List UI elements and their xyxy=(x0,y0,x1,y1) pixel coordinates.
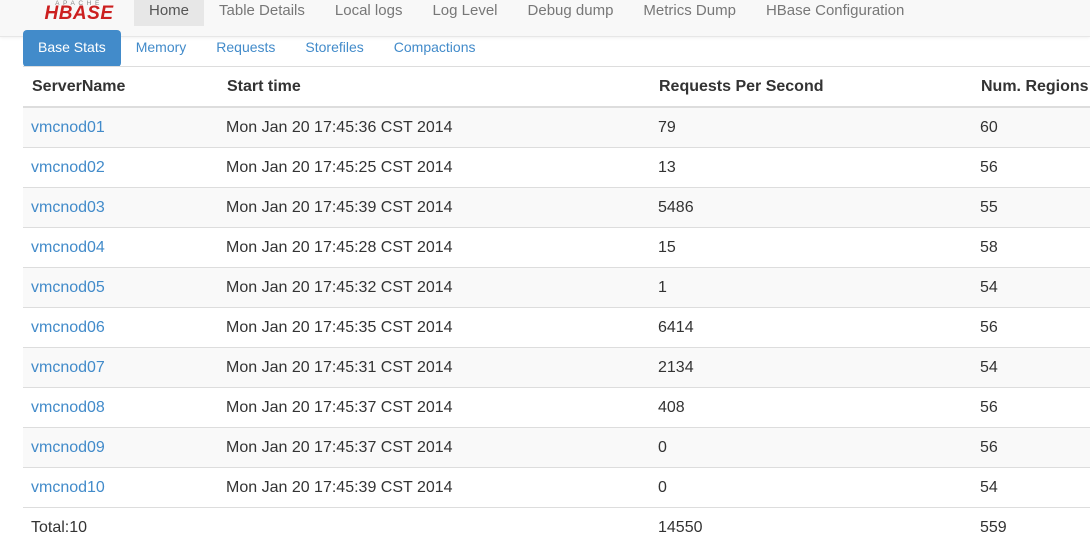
server-name-cell: vmcnod09 xyxy=(23,427,218,468)
start-time-cell: Mon Jan 20 17:45:28 CST 2014 xyxy=(218,227,650,268)
table-row: vmcnod09 Mon Jan 20 17:45:37 CST 2014 0 … xyxy=(23,427,1090,468)
server-name-cell: vmcnod03 xyxy=(23,187,218,228)
server-name-cell: vmcnod06 xyxy=(23,307,218,348)
server-link[interactable]: vmcnod01 xyxy=(31,119,105,136)
total-start-time-cell xyxy=(218,507,650,547)
requests-cell: 6414 xyxy=(650,307,972,348)
nav-hbase-configuration[interactable]: HBase Configuration xyxy=(751,0,919,26)
header-requests-per-second[interactable]: Requests Per Second xyxy=(650,67,972,108)
requests-cell: 0 xyxy=(650,467,972,508)
hbase-logo[interactable]: APACHE HBASE xyxy=(36,0,122,24)
server-name-cell: vmcnod07 xyxy=(23,347,218,388)
table-row: vmcnod07 Mon Jan 20 17:45:31 CST 2014 21… xyxy=(23,347,1090,388)
regions-cell: 56 xyxy=(972,427,1090,468)
stats-tabs: Base Stats Memory Requests Storefiles Co… xyxy=(23,30,490,67)
nav-local-logs[interactable]: Local logs xyxy=(320,0,418,26)
start-time-cell: Mon Jan 20 17:45:36 CST 2014 xyxy=(218,107,650,148)
requests-cell: 1 xyxy=(650,267,972,308)
nav-debug-dump[interactable]: Debug dump xyxy=(513,0,629,26)
server-link[interactable]: vmcnod03 xyxy=(31,199,105,216)
table-body: vmcnod01 Mon Jan 20 17:45:36 CST 2014 79… xyxy=(23,107,1090,508)
nav-log-level[interactable]: Log Level xyxy=(417,0,512,26)
table-row: vmcnod05 Mon Jan 20 17:45:32 CST 2014 1 … xyxy=(23,267,1090,308)
server-name-cell: vmcnod02 xyxy=(23,147,218,188)
requests-cell: 2134 xyxy=(650,347,972,388)
server-link[interactable]: vmcnod02 xyxy=(31,159,105,176)
nav-table-details[interactable]: Table Details xyxy=(204,0,320,26)
requests-cell: 15 xyxy=(650,227,972,268)
start-time-cell: Mon Jan 20 17:45:25 CST 2014 xyxy=(218,147,650,188)
server-name-cell: vmcnod05 xyxy=(23,267,218,308)
regions-cell: 60 xyxy=(972,107,1090,148)
nav-home[interactable]: Home xyxy=(134,0,205,26)
start-time-cell: Mon Jan 20 17:45:37 CST 2014 xyxy=(218,387,650,428)
server-link[interactable]: vmcnod06 xyxy=(31,319,105,336)
start-time-cell: Mon Jan 20 17:45:39 CST 2014 xyxy=(218,467,650,508)
tab-requests[interactable]: Requests xyxy=(201,30,290,67)
server-link[interactable]: vmcnod04 xyxy=(31,239,105,256)
regions-cell: 58 xyxy=(972,227,1090,268)
region-servers-table: ServerName Start time Requests Per Secon… xyxy=(23,67,1090,547)
tab-compactions[interactable]: Compactions xyxy=(379,30,491,67)
server-name-cell: vmcnod10 xyxy=(23,467,218,508)
regions-cell: 56 xyxy=(972,147,1090,188)
requests-cell: 5486 xyxy=(650,187,972,228)
logo-hbase-text: HBASE xyxy=(44,3,114,24)
start-time-cell: Mon Jan 20 17:45:31 CST 2014 xyxy=(218,347,650,388)
table-row: vmcnod04 Mon Jan 20 17:45:28 CST 2014 15… xyxy=(23,227,1090,268)
server-link[interactable]: vmcnod07 xyxy=(31,359,105,376)
requests-cell: 0 xyxy=(650,427,972,468)
table-row: vmcnod01 Mon Jan 20 17:45:36 CST 2014 79… xyxy=(23,107,1090,148)
server-name-cell: vmcnod08 xyxy=(23,387,218,428)
table-row: vmcnod08 Mon Jan 20 17:45:37 CST 2014 40… xyxy=(23,387,1090,428)
regions-cell: 54 xyxy=(972,467,1090,508)
server-name-cell: vmcnod04 xyxy=(23,227,218,268)
regions-cell: 56 xyxy=(972,387,1090,428)
start-time-cell: Mon Jan 20 17:45:39 CST 2014 xyxy=(218,187,650,228)
server-name-cell: vmcnod01 xyxy=(23,107,218,148)
regions-cell: 54 xyxy=(972,267,1090,308)
regions-cell: 55 xyxy=(972,187,1090,228)
server-link[interactable]: vmcnod10 xyxy=(31,479,105,496)
regions-cell: 54 xyxy=(972,347,1090,388)
total-requests-cell: 14550 xyxy=(650,507,972,547)
server-link[interactable]: vmcnod08 xyxy=(31,399,105,416)
tab-storefiles[interactable]: Storefiles xyxy=(290,30,378,67)
start-time-cell: Mon Jan 20 17:45:35 CST 2014 xyxy=(218,307,650,348)
table-total-row: Total:10 14550 559 xyxy=(23,507,1090,547)
server-link[interactable]: vmcnod05 xyxy=(31,279,105,296)
requests-cell: 79 xyxy=(650,107,972,148)
table-row: vmcnod03 Mon Jan 20 17:45:39 CST 2014 54… xyxy=(23,187,1090,228)
server-link[interactable]: vmcnod09 xyxy=(31,439,105,456)
requests-cell: 13 xyxy=(650,147,972,188)
regions-cell: 56 xyxy=(972,307,1090,348)
start-time-cell: Mon Jan 20 17:45:37 CST 2014 xyxy=(218,427,650,468)
table-header-row: ServerName Start time Requests Per Secon… xyxy=(23,67,1090,108)
total-servers-cell: Total:10 xyxy=(23,507,218,547)
table-row: vmcnod02 Mon Jan 20 17:45:25 CST 2014 13… xyxy=(23,147,1090,188)
total-regions-cell: 559 xyxy=(972,507,1090,547)
requests-cell: 408 xyxy=(650,387,972,428)
header-start-time[interactable]: Start time xyxy=(218,67,650,108)
tab-base-stats[interactable]: Base Stats xyxy=(23,30,121,67)
header-num-regions[interactable]: Num. Regions xyxy=(972,67,1090,108)
table-row: vmcnod10 Mon Jan 20 17:45:39 CST 2014 0 … xyxy=(23,467,1090,508)
table-row: vmcnod06 Mon Jan 20 17:45:35 CST 2014 64… xyxy=(23,307,1090,348)
nav-metrics-dump[interactable]: Metrics Dump xyxy=(628,0,751,26)
header-server-name[interactable]: ServerName xyxy=(23,67,218,108)
start-time-cell: Mon Jan 20 17:45:32 CST 2014 xyxy=(218,267,650,308)
tab-memory[interactable]: Memory xyxy=(121,30,202,67)
